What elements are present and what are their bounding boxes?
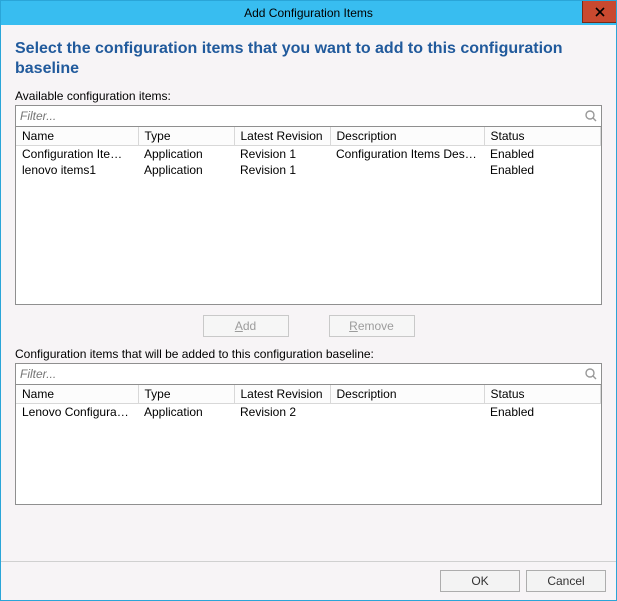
add-button[interactable]: Add	[203, 315, 289, 337]
col-header-name[interactable]: Name	[16, 127, 138, 146]
cell-description: Configuration Items Descrip...	[330, 146, 484, 163]
cell-revision: Revision 2	[234, 404, 330, 421]
col-header-revision[interactable]: Latest Revision	[234, 385, 330, 404]
cancel-button[interactable]: Cancel	[526, 570, 606, 592]
added-label: Configuration items that will be added t…	[15, 347, 602, 361]
close-icon	[595, 7, 605, 17]
search-icon[interactable]	[581, 367, 601, 381]
available-grid[interactable]: Name Type Latest Revision Description St…	[15, 127, 602, 305]
col-header-type[interactable]: Type	[138, 385, 234, 404]
cell-type: Application	[138, 146, 234, 163]
col-header-status[interactable]: Status	[484, 385, 601, 404]
window-title: Add Configuration Items	[1, 6, 616, 20]
table-row[interactable]: Lenovo Configuration... Application Revi…	[16, 404, 601, 421]
cell-name: lenovo items1	[16, 162, 138, 178]
ok-button[interactable]: OK	[440, 570, 520, 592]
available-filter-input[interactable]	[16, 107, 581, 125]
col-header-description[interactable]: Description	[330, 127, 484, 146]
cell-type: Application	[138, 162, 234, 178]
cell-description	[330, 162, 484, 178]
col-header-description[interactable]: Description	[330, 385, 484, 404]
page-heading: Select the configuration items that you …	[15, 39, 602, 79]
available-header-row[interactable]: Name Type Latest Revision Description St…	[16, 127, 601, 146]
dialog-footer: OK Cancel	[1, 561, 616, 600]
available-filter-row	[15, 105, 602, 127]
add-remove-row: Add Remove	[15, 305, 602, 347]
col-header-status[interactable]: Status	[484, 127, 601, 146]
col-header-name[interactable]: Name	[16, 385, 138, 404]
dialog-window: Add Configuration Items Select the confi…	[0, 0, 617, 601]
cell-revision: Revision 1	[234, 162, 330, 178]
dialog-body: Select the configuration items that you …	[1, 25, 616, 561]
added-grid[interactable]: Name Type Latest Revision Description St…	[15, 385, 602, 505]
col-header-revision[interactable]: Latest Revision	[234, 127, 330, 146]
added-filter-input[interactable]	[16, 365, 581, 383]
cell-name: Configuration Items S...	[16, 146, 138, 163]
titlebar: Add Configuration Items	[1, 1, 616, 25]
cell-revision: Revision 1	[234, 146, 330, 163]
cell-status: Enabled	[484, 146, 601, 163]
table-row[interactable]: Configuration Items S... Application Rev…	[16, 146, 601, 163]
added-header-row[interactable]: Name Type Latest Revision Description St…	[16, 385, 601, 404]
remove-button[interactable]: Remove	[329, 315, 415, 337]
cell-name: Lenovo Configuration...	[16, 404, 138, 421]
close-button[interactable]	[582, 1, 616, 23]
cell-status: Enabled	[484, 162, 601, 178]
available-label: Available configuration items:	[15, 89, 602, 103]
cell-description	[330, 404, 484, 421]
cell-type: Application	[138, 404, 234, 421]
col-header-type[interactable]: Type	[138, 127, 234, 146]
added-filter-row	[15, 363, 602, 385]
table-row[interactable]: lenovo items1 Application Revision 1 Ena…	[16, 162, 601, 178]
search-icon[interactable]	[581, 109, 601, 123]
cell-status: Enabled	[484, 404, 601, 421]
